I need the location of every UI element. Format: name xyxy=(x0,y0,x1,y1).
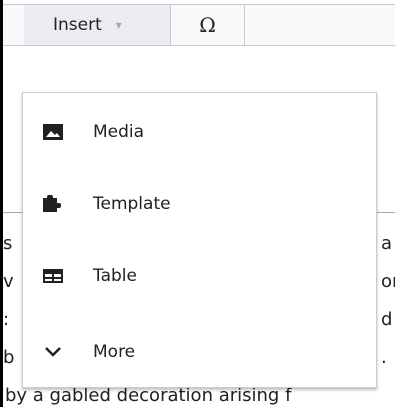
menu-item-label: Media xyxy=(93,122,145,142)
text-fragment: : xyxy=(3,309,10,330)
menu-item-label: Template xyxy=(93,194,171,214)
table-icon xyxy=(43,267,63,285)
text-fragment: b xyxy=(3,347,15,368)
chevron-down-icon xyxy=(43,343,63,361)
puzzle-icon xyxy=(43,195,63,213)
insert-dropdown-menu: Media Template Table More xyxy=(22,92,377,388)
text-fragment: or xyxy=(381,271,395,292)
omega-icon: Ω xyxy=(199,13,216,37)
text-fragment: . xyxy=(381,347,387,368)
menu-item-label: More xyxy=(93,342,136,362)
insert-label: Insert xyxy=(53,15,102,35)
menu-item-more[interactable]: More xyxy=(23,327,376,377)
menu-item-media[interactable]: Media xyxy=(23,107,376,157)
menu-item-label: Table xyxy=(93,266,137,286)
special-characters-button[interactable]: Ω xyxy=(170,5,245,45)
menu-item-template[interactable]: Template xyxy=(23,179,376,229)
image-icon xyxy=(43,123,63,141)
text-fragment: v xyxy=(3,271,14,292)
text-fragment: s xyxy=(3,233,13,254)
editor-toolbar: Insert ▾ Ω xyxy=(3,4,395,46)
menu-item-table[interactable]: Table xyxy=(23,251,376,301)
text-line: by a gabled decoration arising f xyxy=(5,385,292,406)
insert-menu-button[interactable]: Insert ▾ xyxy=(24,5,170,45)
text-fragment: d xyxy=(381,309,393,330)
text-fragment: a xyxy=(381,233,393,254)
caret-down-icon: ▾ xyxy=(115,18,122,32)
